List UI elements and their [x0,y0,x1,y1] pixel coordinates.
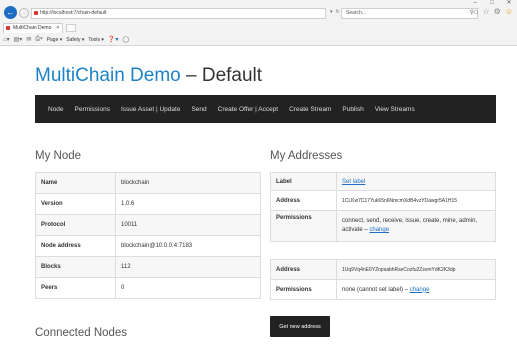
safety-menu[interactable]: Safety ▾ [66,37,84,43]
search-input[interactable]: Search... ⚲ [341,8,478,19]
smiley-icon[interactable]: ☺ [505,7,513,16]
my-node-table: Name blockchain Version 1.0.6 Protocol 1… [35,172,261,299]
permissions-cell: connect, send, receive, issue, create, m… [336,210,496,242]
refresh-icon[interactable]: ↻ [336,9,340,15]
new-tab-button[interactable] [66,24,76,32]
node-protocol-value: 10011 [115,214,261,236]
tab-title: MultiChain Demo [13,25,52,31]
extension-icon[interactable]: ◯ [122,36,129,43]
nav-publish[interactable]: Publish [342,106,363,113]
nav-issue-asset[interactable]: Issue Asset | Update [121,106,181,113]
nav-view-streams[interactable]: View Streams [375,106,415,113]
permissions-key: Permissions [270,279,337,300]
nav-permissions[interactable]: Permissions [75,106,110,113]
minimize-button[interactable]: – [471,0,479,7]
table-row: Permissions none (cannot set label) – ch… [270,279,496,300]
change-permissions-link[interactable]: change [410,287,430,293]
address-table-2: Address 1Uq9Vq4nE6YZnpsabhRseCozfu2ZsvmY… [270,259,496,300]
address-value: 1Uq9Vq4nE6YZnpsabhRseCozfu2ZsvmYdK2K3dp [336,259,496,280]
permissions-value: none (cannot set label) – [342,286,410,293]
arrow-left-icon[interactable]: ← [4,6,17,19]
site-favicon-icon [34,11,38,15]
nav-create-stream[interactable]: Create Stream [289,106,331,113]
node-address-value: blockchain@10.0.0.4:7183 [115,235,261,257]
gear-icon[interactable]: ⚙ [494,7,501,16]
table-row: Address 1Uq9Vq4nE6YZnpsabhRseCozfu2ZsvmY… [270,259,496,280]
label-key: Label [270,172,337,191]
permissions-cell: none (cannot set label) – change [336,279,496,300]
mail-icon[interactable]: ✉ [26,36,31,43]
table-row: Version 1.0.6 [35,193,261,215]
star-icon[interactable]: ☆ [482,7,489,16]
get-new-address-button[interactable]: Get new address [270,316,330,337]
node-name-label: Name [35,172,116,194]
nav-create-offer[interactable]: Create Offer | Accept [218,106,278,113]
search-placeholder: Search... [346,10,367,16]
node-protocol-label: Protocol [35,214,116,236]
page-title-suffix: – Default [180,65,263,86]
address-value: 1CLKw7C17Yuk65n6NmcmXdB4vzYDawgr5A1H15 [336,190,496,211]
browser-toolbar-icons: ⌂ ☆ ⚙ ☺ [474,7,513,16]
tab-favicon-icon [6,26,10,30]
node-version-label: Version [35,193,116,215]
address-tools: ▾ ↻ [330,9,340,15]
address-text: http://localhost:7/chain-default [40,10,107,16]
connected-nodes-title: Connected Nodes [35,327,128,339]
table-row: Node address blockchain@10.0.0.4:7183 [35,235,261,257]
node-name-value: blockchain [115,172,261,194]
tab-close-icon[interactable]: ✕ [56,24,60,33]
window-controls: – □ ✕ [471,0,513,7]
node-address-label: Node address [35,235,116,257]
table-row: Blocks 112 [35,256,261,278]
maximize-button[interactable]: □ [488,0,496,7]
address-table-1: Label Set label Address 1CLKw7C17Yuk65n6… [270,172,496,242]
tools-menu[interactable]: Tools ▾ [88,37,104,43]
change-permissions-link[interactable]: change [369,227,389,233]
table-row: Name blockchain [35,172,261,194]
nav-send[interactable]: Send [191,106,206,113]
address-key: Address [270,190,337,211]
browser-tab[interactable]: MultiChain Demo ✕ [3,23,63,33]
permissions-value: connect, send, receive, issue, create, m… [342,218,478,233]
page-title: MultiChain Demo – Default [35,65,262,87]
nav-node[interactable]: Node [48,106,64,113]
close-window-button[interactable]: ✕ [505,0,513,7]
main-navbar: Node Permissions Issue Asset | Update Se… [35,95,496,123]
home-menu-icon[interactable]: ⌂▾ [3,36,10,43]
node-version-value: 1.0.6 [115,193,261,215]
feeds-icon[interactable]: ▤▾ [14,36,23,43]
print-icon[interactable]: ⎙▾ [35,36,42,43]
node-peers-value: 0 [115,277,261,299]
command-bar: ⌂▾ ▤▾ ✉ ⎙▾ Page ▾ Safety ▾ Tools ▾ ❓▾ ◯ [3,35,129,44]
node-blocks-label: Blocks [35,256,116,278]
table-row: Protocol 10011 [35,214,261,236]
address-bar[interactable]: http://localhost:7/chain-default [31,8,326,19]
address-key: Address [270,259,337,280]
node-blocks-value: 112 [115,256,261,278]
table-row: Label Set label [270,172,496,191]
page-menu[interactable]: Page ▾ [47,37,63,43]
table-row: Permissions connect, send, receive, issu… [270,210,496,242]
home-icon[interactable]: ⌂ [474,7,479,16]
browser-chrome: – □ ✕ ← → http://localhost:7/chain-defau… [0,0,517,46]
table-row: Address 1CLKw7C17Yuk65n6NmcmXdB4vzYDawgr… [270,190,496,211]
set-label-link[interactable]: Set label [342,179,365,185]
node-peers-label: Peers [35,277,116,299]
my-node-title: My Node [35,150,82,162]
my-addresses-title: My Addresses [270,150,343,162]
permissions-key: Permissions [270,210,337,242]
arrow-right-icon[interactable]: → [19,8,29,18]
help-icon[interactable]: ❓▾ [108,36,118,43]
table-row: Peers 0 [35,277,261,299]
dropdown-icon[interactable]: ▾ [330,9,333,15]
page-title-brand: MultiChain Demo [35,65,181,86]
